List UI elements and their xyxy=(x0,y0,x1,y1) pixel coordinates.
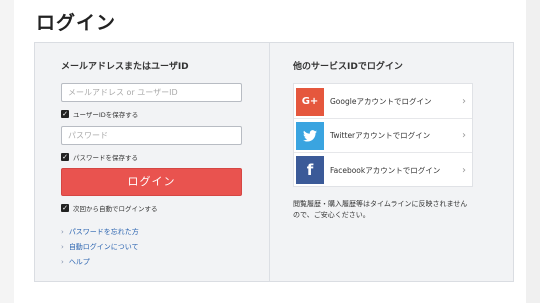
login-panel: メールアドレスまたはユーザID メールアドレス or ユーザーID ✓ ユーザー… xyxy=(34,42,514,282)
left-gutter xyxy=(0,0,14,303)
help-link[interactable]: › ヘルプ xyxy=(61,257,90,267)
remember-id-checkbox-row[interactable]: ✓ ユーザーIDを保存する xyxy=(61,109,138,119)
remember-password-label: パスワードを保存する xyxy=(73,154,138,162)
forgot-password-link[interactable]: › パスワードを忘れた方 xyxy=(61,227,139,237)
chevron-right-icon: › xyxy=(61,228,64,236)
google-plus-icon: G+ xyxy=(296,87,324,116)
timeline-note: 閲覧履歴・購入履歴等はタイムラインに反映されませんので、ご安心ください。 xyxy=(293,200,468,219)
page-content: ログイン メールアドレスまたはユーザID メールアドレス or ユーザーID ✓… xyxy=(14,0,526,303)
facebook-login-label: Facebookアカウントでログイン xyxy=(330,165,441,175)
google-login-button[interactable]: G+ Googleアカウントでログイン › xyxy=(294,85,472,119)
help-label: ヘルプ xyxy=(68,258,90,266)
facebook-icon: f xyxy=(296,156,324,184)
auto-login-info-label: 自動ログインについて xyxy=(68,243,139,251)
right-gutter xyxy=(526,0,540,303)
login-button[interactable]: ログイン xyxy=(61,168,242,196)
forgot-password-label: パスワードを忘れた方 xyxy=(68,228,139,236)
twitter-icon xyxy=(296,121,324,150)
remember-password-checkbox[interactable]: ✓ xyxy=(61,153,69,161)
twitter-login-label: Twitterアカウントでログイン xyxy=(330,131,431,140)
chevron-right-icon: › xyxy=(462,130,466,141)
google-login-label: Googleアカウントでログイン xyxy=(330,97,432,106)
panel-divider xyxy=(269,43,270,281)
chevron-right-icon: › xyxy=(462,164,466,176)
login-section-title: メールアドレスまたはユーザID xyxy=(61,62,189,72)
auto-login-checkbox[interactable]: ✓ xyxy=(61,204,69,212)
chevron-right-icon: › xyxy=(61,258,64,266)
services-section-title: 他のサービスIDでログイン xyxy=(293,62,403,72)
page-title: ログイン xyxy=(36,12,117,34)
password-input[interactable]: パスワード xyxy=(61,126,242,145)
remember-password-checkbox-row[interactable]: ✓ パスワードを保存する xyxy=(61,152,138,162)
email-input[interactable]: メールアドレス or ユーザーID xyxy=(61,83,242,102)
auto-login-label: 次回から自動でログインする xyxy=(73,205,158,213)
remember-id-label: ユーザーIDを保存する xyxy=(73,111,139,119)
remember-id-checkbox[interactable]: ✓ xyxy=(61,110,69,118)
chevron-right-icon: › xyxy=(61,243,64,251)
service-login-list: G+ Googleアカウントでログイン › Twitterアカウントでログイン … xyxy=(293,83,473,187)
facebook-login-button[interactable]: f Facebookアカウントでログイン › xyxy=(294,153,472,187)
auto-login-info-link[interactable]: › 自動ログインについて xyxy=(61,242,139,252)
chevron-right-icon: › xyxy=(462,96,466,107)
auto-login-checkbox-row[interactable]: ✓ 次回から自動でログインする xyxy=(61,203,158,213)
twitter-login-button[interactable]: Twitterアカウントでログイン › xyxy=(294,119,472,153)
